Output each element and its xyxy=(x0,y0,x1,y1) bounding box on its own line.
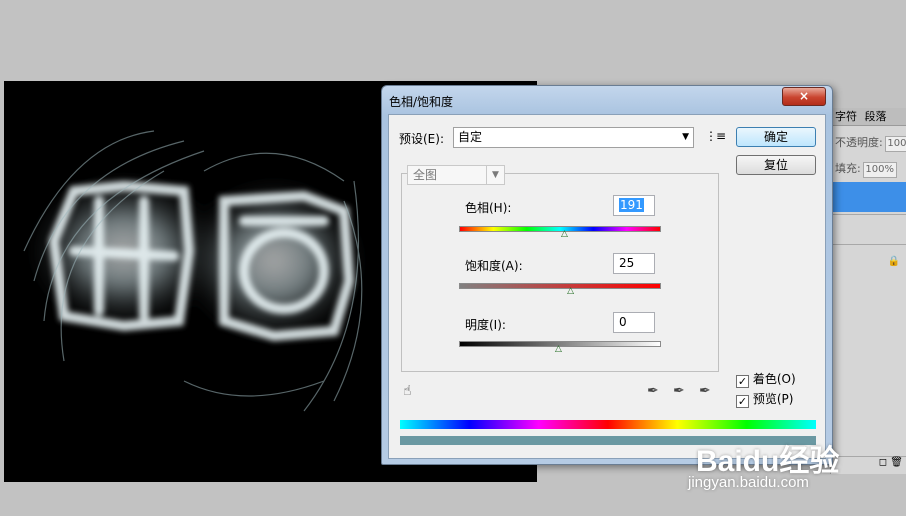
saturation-label: 饱和度(A): xyxy=(465,259,523,273)
delete-layer-icon[interactable]: 🗑 xyxy=(890,457,903,468)
hue-slider-track[interactable] xyxy=(459,226,661,232)
lightness-value: 0 xyxy=(619,315,627,329)
lightness-label: 明度(I): xyxy=(465,318,506,332)
hue-value: 191 xyxy=(619,198,644,212)
lock-icon: 🔒 xyxy=(887,256,900,267)
fill-field[interactable]: 100% xyxy=(862,162,897,178)
lightness-slider-thumb[interactable]: △ xyxy=(555,344,562,354)
chevron-down-icon: ▼ xyxy=(486,166,504,184)
tab-paragraph[interactable]: 段落 xyxy=(865,110,887,123)
watermark-url: jingyan.baidu.com xyxy=(688,474,809,491)
layer-divider xyxy=(831,214,906,215)
checkbox-icon: ✓ xyxy=(736,375,749,388)
eyedropper-icon[interactable]: ✒ xyxy=(647,383,659,399)
preview-checkbox[interactable]: ✓ 预览(P) xyxy=(736,390,793,408)
close-button[interactable]: × xyxy=(782,87,826,106)
lightness-input[interactable]: 0 xyxy=(613,312,655,333)
panel-tabs: 字符 段落 xyxy=(831,108,906,126)
source-spectrum-bar xyxy=(400,420,816,429)
preset-label: 预设(E): xyxy=(399,132,444,146)
dialog-title: 色相/饱和度 xyxy=(389,95,454,109)
edit-range-value: 全图 xyxy=(413,168,438,182)
eyedropper-plus-icon[interactable]: ✒ xyxy=(673,383,685,399)
hand-adjust-icon[interactable]: ☝ xyxy=(403,383,412,399)
hue-input[interactable]: 191 xyxy=(613,195,655,216)
chevron-down-icon: ▼ xyxy=(682,132,689,142)
layers-panel: 字符 段落 不透明度:100% 填充:100% 🔒 ◻ 🗑 xyxy=(830,108,906,474)
colorize-label: 着色(O) xyxy=(752,372,796,386)
saturation-slider-thumb[interactable]: △ xyxy=(567,286,574,296)
dialog-body: 预设(E): 自定 ▼ ⋮≡ 确定 复位 全图 ▼ 色相(H): 191 △ 饱… xyxy=(388,114,826,459)
eyedropper-minus-icon[interactable]: ✒ xyxy=(699,383,711,399)
preset-options-icon[interactable]: ⋮≡ xyxy=(705,129,726,143)
opacity-row: 不透明度:100% xyxy=(835,134,906,152)
hue-saturation-dialog: 色相/饱和度 × 预设(E): 自定 ▼ ⋮≡ 确定 复位 全图 ▼ 色相(H)… xyxy=(381,85,833,465)
ok-button[interactable]: 确定 xyxy=(736,127,816,147)
saturation-input[interactable]: 25 xyxy=(613,253,655,274)
checkbox-icon: ✓ xyxy=(736,395,749,408)
fill-label: 填充: xyxy=(835,162,861,175)
hue-label: 色相(H): xyxy=(465,201,512,215)
opacity-label: 不透明度: xyxy=(835,136,883,149)
tab-character[interactable]: 字符 xyxy=(835,110,857,123)
new-layer-icon[interactable]: ◻ xyxy=(879,457,887,468)
layer-divider xyxy=(831,244,906,245)
colorize-checkbox[interactable]: ✓ 着色(O) xyxy=(736,370,796,388)
reset-button[interactable]: 复位 xyxy=(736,155,816,175)
saturation-slider-track[interactable] xyxy=(459,283,661,289)
saturation-value: 25 xyxy=(619,256,635,270)
panel-footer: ◻ 🗑 xyxy=(831,456,906,474)
preset-value: 自定 xyxy=(458,130,483,144)
selected-layer-row[interactable] xyxy=(831,182,906,212)
fill-row: 填充: 100% xyxy=(835,160,897,178)
edit-range-dropdown[interactable]: 全图 ▼ xyxy=(407,165,505,185)
hue-slider-thumb[interactable]: △ xyxy=(561,229,568,239)
preset-dropdown[interactable]: 自定 ▼ xyxy=(453,127,694,148)
opacity-field[interactable]: 100% xyxy=(884,136,906,152)
preview-label: 预览(P) xyxy=(752,392,794,406)
